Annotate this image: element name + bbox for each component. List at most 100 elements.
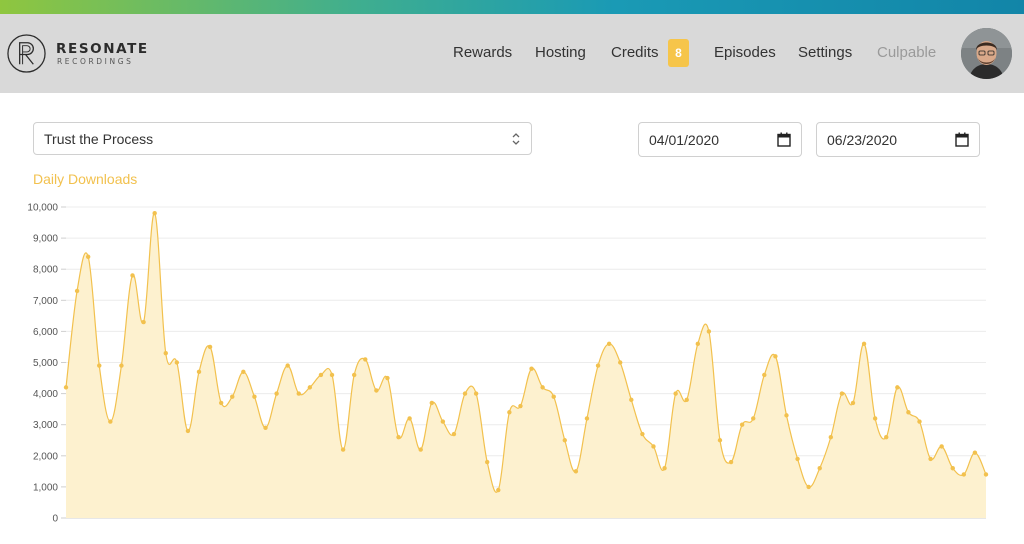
data-point[interactable]: [63, 385, 69, 390]
data-point[interactable]: [296, 391, 301, 396]
data-point[interactable]: [218, 400, 224, 406]
data-point[interactable]: [329, 372, 335, 378]
data-point[interactable]: [440, 419, 446, 424]
data-point[interactable]: [451, 431, 457, 437]
data-point[interactable]: [795, 456, 800, 462]
data-point[interactable]: [861, 341, 867, 347]
select-updown-icon: [512, 133, 520, 145]
nav-settings[interactable]: Settings: [798, 44, 852, 61]
data-point[interactable]: [85, 254, 91, 259]
data-point[interactable]: [573, 469, 579, 474]
start-date-input[interactable]: 04/01/2020: [638, 122, 802, 157]
data-point[interactable]: [351, 372, 357, 378]
data-point[interactable]: [473, 391, 479, 396]
data-point[interactable]: [939, 444, 944, 449]
data-point[interactable]: [485, 459, 490, 465]
data-point[interactable]: [174, 360, 180, 365]
data-point[interactable]: [695, 341, 701, 347]
data-point[interactable]: [584, 416, 590, 421]
data-point[interactable]: [230, 394, 235, 399]
data-point[interactable]: [662, 466, 667, 471]
podcast-select[interactable]: Trust the Process: [33, 122, 532, 155]
data-point[interactable]: [684, 397, 689, 403]
data-point[interactable]: [119, 363, 124, 368]
data-point[interactable]: [673, 391, 678, 396]
data-point[interactable]: [340, 447, 346, 452]
data-point[interactable]: [130, 273, 135, 278]
data-point[interactable]: [396, 434, 401, 440]
data-point[interactable]: [817, 466, 822, 471]
data-point[interactable]: [806, 484, 811, 490]
data-point[interactable]: [739, 422, 745, 427]
data-point[interactable]: [141, 319, 146, 325]
data-point[interactable]: [507, 410, 512, 415]
data-point[interactable]: [241, 369, 246, 375]
nav-credits[interactable]: Credits: [611, 44, 659, 61]
data-point[interactable]: [274, 391, 279, 396]
data-point[interactable]: [97, 363, 102, 368]
data-point[interactable]: [307, 385, 313, 390]
nav-user-name[interactable]: Culpable: [877, 44, 936, 61]
data-point[interactable]: [828, 434, 834, 440]
data-point[interactable]: [595, 363, 601, 368]
data-point[interactable]: [518, 403, 523, 409]
data-point[interactable]: [74, 288, 80, 294]
data-point[interactable]: [706, 329, 712, 334]
credits-count-badge: 8: [668, 39, 689, 67]
data-point[interactable]: [983, 472, 989, 477]
data-point[interactable]: [895, 385, 900, 390]
data-point[interactable]: [640, 431, 645, 437]
data-point[interactable]: [728, 459, 734, 465]
data-point[interactable]: [318, 372, 324, 378]
data-point[interactable]: [363, 357, 368, 362]
data-point[interactable]: [961, 472, 967, 477]
data-point[interactable]: [717, 438, 723, 443]
data-point[interactable]: [850, 400, 856, 406]
data-point[interactable]: [207, 344, 213, 350]
data-point[interactable]: [252, 394, 257, 399]
calendar-icon[interactable]: [777, 132, 791, 147]
data-point[interactable]: [496, 487, 501, 493]
data-point[interactable]: [884, 434, 889, 440]
end-date-input[interactable]: 06/23/2020: [816, 122, 980, 157]
data-point[interactable]: [374, 388, 379, 393]
data-point[interactable]: [429, 400, 434, 406]
data-point[interactable]: [773, 354, 778, 359]
nav-rewards[interactable]: Rewards: [453, 44, 512, 61]
data-point[interactable]: [906, 410, 911, 415]
avatar-photo-icon: [961, 28, 1012, 79]
data-point[interactable]: [385, 375, 390, 381]
data-point[interactable]: [163, 350, 168, 356]
data-point[interactable]: [928, 456, 933, 462]
resonate-logo-icon[interactable]: [6, 33, 47, 74]
data-point[interactable]: [651, 444, 656, 449]
data-point[interactable]: [263, 425, 268, 431]
data-point[interactable]: [872, 416, 878, 421]
user-avatar[interactable]: [961, 28, 1012, 79]
data-point[interactable]: [606, 341, 612, 347]
data-point[interactable]: [285, 363, 290, 368]
data-point[interactable]: [618, 360, 623, 365]
data-point[interactable]: [196, 369, 202, 375]
data-point[interactable]: [762, 372, 767, 378]
data-point[interactable]: [551, 394, 556, 399]
data-point[interactable]: [185, 428, 191, 434]
data-point[interactable]: [917, 419, 922, 424]
data-point[interactable]: [784, 413, 789, 418]
calendar-icon[interactable]: [955, 132, 969, 147]
nav-episodes[interactable]: Episodes: [714, 44, 776, 61]
data-point[interactable]: [562, 438, 567, 443]
data-point[interactable]: [529, 366, 534, 371]
data-point[interactable]: [950, 466, 955, 471]
nav-hosting[interactable]: Hosting: [535, 44, 586, 61]
data-point[interactable]: [407, 416, 412, 421]
data-point[interactable]: [540, 385, 545, 390]
data-point[interactable]: [418, 447, 423, 452]
data-point[interactable]: [152, 211, 157, 216]
data-point[interactable]: [462, 391, 468, 396]
data-point[interactable]: [972, 450, 978, 455]
data-point[interactable]: [629, 397, 634, 403]
data-point[interactable]: [839, 391, 845, 396]
data-point[interactable]: [108, 419, 113, 424]
data-point[interactable]: [751, 416, 756, 421]
